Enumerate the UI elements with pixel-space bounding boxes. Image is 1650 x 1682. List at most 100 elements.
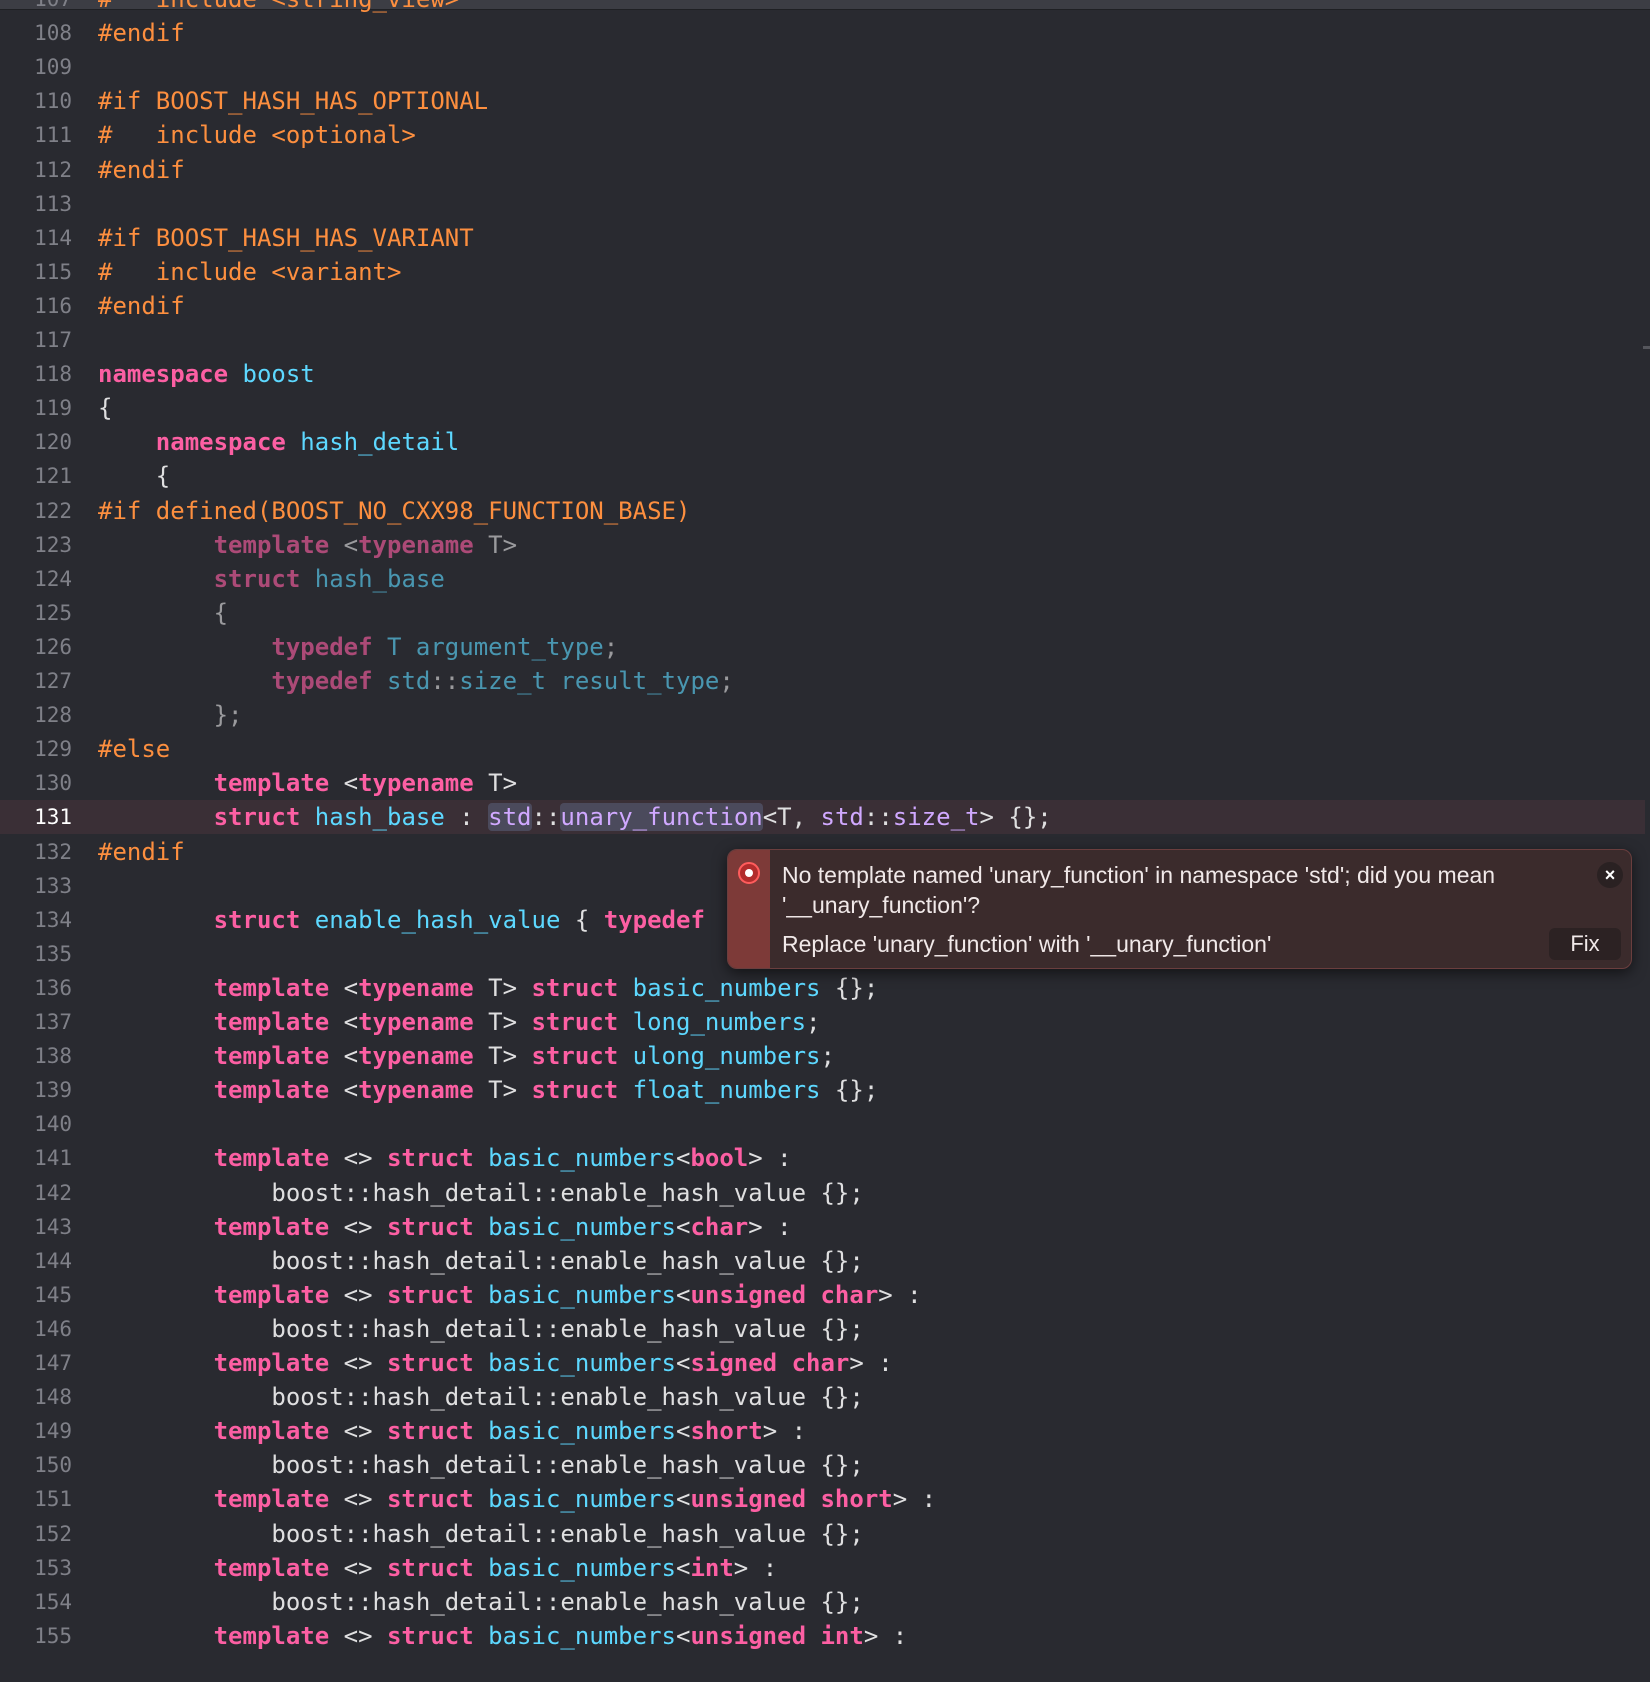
code-line-140[interactable]: 140 [0, 1107, 1645, 1141]
line-number[interactable]: 155 [0, 1619, 72, 1653]
line-number[interactable]: 113 [0, 187, 72, 221]
code-line-150[interactable]: 150 boost::hash_detail::enable_hash_valu… [0, 1448, 1645, 1482]
line-number[interactable]: 133 [0, 869, 72, 903]
code-line-128[interactable]: 128 }; [0, 698, 1645, 732]
line-number[interactable]: 143 [0, 1210, 72, 1244]
code-line-154[interactable]: 154 boost::hash_detail::enable_hash_valu… [0, 1585, 1645, 1619]
code-editor[interactable]: 107# include <string_view>108#endif10911… [0, 0, 1650, 1682]
line-number[interactable]: 139 [0, 1073, 72, 1107]
code-line-108[interactable]: 108 #endif [0, 16, 1645, 50]
code-line-113[interactable]: 113 [0, 187, 1645, 221]
code-line-118[interactable]: 118 namespace boost [0, 357, 1645, 391]
code-line-127[interactable]: 127 typedef std::size_t result_type; [0, 664, 1645, 698]
code-line-130[interactable]: 130 template <typename T> [0, 766, 1645, 800]
line-number[interactable]: 141 [0, 1141, 72, 1175]
line-number[interactable]: 130 [0, 766, 72, 800]
line-number[interactable]: 127 [0, 664, 72, 698]
code-line-136[interactable]: 136 template <typename T> struct basic_n… [0, 971, 1645, 1005]
line-number[interactable]: 121 [0, 459, 72, 493]
line-number[interactable]: 128 [0, 698, 72, 732]
line-number[interactable]: 112 [0, 153, 72, 187]
code-line-111[interactable]: 111 # include <optional> [0, 118, 1645, 152]
line-number[interactable]: 150 [0, 1448, 72, 1482]
line-number[interactable]: 136 [0, 971, 72, 1005]
line-number[interactable]: 115 [0, 255, 72, 289]
line-number[interactable]: 132 [0, 835, 72, 869]
code-line-137[interactable]: 137 template <typename T> struct long_nu… [0, 1005, 1645, 1039]
code-line-125[interactable]: 125 { [0, 596, 1645, 630]
line-number[interactable]: 154 [0, 1585, 72, 1619]
code-line-138[interactable]: 138 template <typename T> struct ulong_n… [0, 1039, 1645, 1073]
line-number[interactable]: 114 [0, 221, 72, 255]
line-number[interactable]: 142 [0, 1176, 72, 1210]
line-number[interactable]: 145 [0, 1278, 72, 1312]
code-line-153[interactable]: 153 template <> struct basic_numbers<int… [0, 1551, 1645, 1585]
code-token: template [213, 530, 330, 559]
code-line-129[interactable]: 129 #else [0, 732, 1645, 766]
line-number[interactable]: 122 [0, 494, 72, 528]
line-number[interactable]: 120 [0, 425, 72, 459]
line-number[interactable]: 147 [0, 1346, 72, 1380]
line-number[interactable]: 148 [0, 1380, 72, 1414]
line-number[interactable]: 131 [0, 800, 72, 834]
line-number[interactable]: 153 [0, 1551, 72, 1585]
line-number[interactable]: 152 [0, 1517, 72, 1551]
code-line-115[interactable]: 115 # include <variant> [0, 255, 1645, 289]
line-number[interactable]: 117 [0, 323, 72, 357]
line-number[interactable]: 134 [0, 903, 72, 937]
fix-button[interactable]: Fix [1549, 928, 1621, 960]
line-number[interactable]: 126 [0, 630, 72, 664]
code-line-148[interactable]: 148 boost::hash_detail::enable_hash_valu… [0, 1380, 1645, 1414]
code-line-155[interactable]: 155 template <> struct basic_numbers<uns… [0, 1619, 1645, 1653]
code-line-120[interactable]: 120 namespace hash_detail [0, 425, 1645, 459]
line-number[interactable]: 151 [0, 1482, 72, 1516]
code-line-123[interactable]: 123 template <typename T> [0, 528, 1645, 562]
code-line-131[interactable]: 131 struct hash_base : std::unary_functi… [0, 800, 1645, 835]
code-line-151[interactable]: 151 template <> struct basic_numbers<uns… [0, 1482, 1645, 1516]
line-number[interactable]: 149 [0, 1414, 72, 1448]
line-number[interactable]: 123 [0, 528, 72, 562]
line-number[interactable]: 116 [0, 289, 72, 323]
code-line-145[interactable]: 145 template <> struct basic_numbers<uns… [0, 1278, 1645, 1312]
line-number[interactable]: 107 [0, 0, 72, 16]
line-number[interactable]: 135 [0, 937, 72, 971]
line-number[interactable]: 140 [0, 1107, 72, 1141]
line-number[interactable]: 108 [0, 16, 72, 50]
line-number[interactable]: 124 [0, 562, 72, 596]
code-line-121[interactable]: 121 { [0, 459, 1645, 493]
line-number[interactable]: 138 [0, 1039, 72, 1073]
close-icon[interactable]: × [1597, 862, 1623, 888]
line-number[interactable]: 146 [0, 1312, 72, 1346]
line-number[interactable]: 118 [0, 357, 72, 391]
code-line-144[interactable]: 144 boost::hash_detail::enable_hash_valu… [0, 1244, 1645, 1278]
code-line-119[interactable]: 119 { [0, 391, 1645, 425]
line-number[interactable]: 125 [0, 596, 72, 630]
code-line-124[interactable]: 124 struct hash_base [0, 562, 1645, 596]
code-line-126[interactable]: 126 typedef T argument_type; [0, 630, 1645, 664]
line-number[interactable]: 129 [0, 732, 72, 766]
line-number[interactable]: 144 [0, 1244, 72, 1278]
code-line-110[interactable]: 110 #if BOOST_HASH_HAS_OPTIONAL [0, 84, 1645, 118]
code-line-114[interactable]: 114 #if BOOST_HASH_HAS_VARIANT [0, 221, 1645, 255]
code-line-107[interactable]: 107 # include <string_view> [0, 0, 1645, 16]
code-token: std [387, 667, 431, 695]
code-line-142[interactable]: 142 boost::hash_detail::enable_hash_valu… [0, 1176, 1645, 1210]
code-line-109[interactable]: 109 [0, 50, 1645, 84]
line-number[interactable]: 109 [0, 50, 72, 84]
code-line-141[interactable]: 141 template <> struct basic_numbers<boo… [0, 1141, 1645, 1175]
code-line-117[interactable]: 117 [0, 323, 1645, 357]
code-line-147[interactable]: 147 template <> struct basic_numbers<sig… [0, 1346, 1645, 1380]
code-line-146[interactable]: 146 boost::hash_detail::enable_hash_valu… [0, 1312, 1645, 1346]
code-line-139[interactable]: 139 template <typename T> struct float_n… [0, 1073, 1645, 1107]
code-line-152[interactable]: 152 boost::hash_detail::enable_hash_valu… [0, 1517, 1645, 1551]
code-line-143[interactable]: 143 template <> struct basic_numbers<cha… [0, 1210, 1645, 1244]
code-line-149[interactable]: 149 template <> struct basic_numbers<sho… [0, 1414, 1645, 1448]
code-line-116[interactable]: 116 #endif [0, 289, 1645, 323]
line-number[interactable]: 110 [0, 84, 72, 118]
line-number[interactable]: 137 [0, 1005, 72, 1039]
code-line-112[interactable]: 112 #endif [0, 153, 1645, 187]
line-number[interactable]: 119 [0, 391, 72, 425]
code-line-122[interactable]: 122 #if defined(BOOST_NO_CXX98_FUNCTION_B… [0, 494, 1645, 528]
line-number[interactable]: 111 [0, 118, 72, 152]
